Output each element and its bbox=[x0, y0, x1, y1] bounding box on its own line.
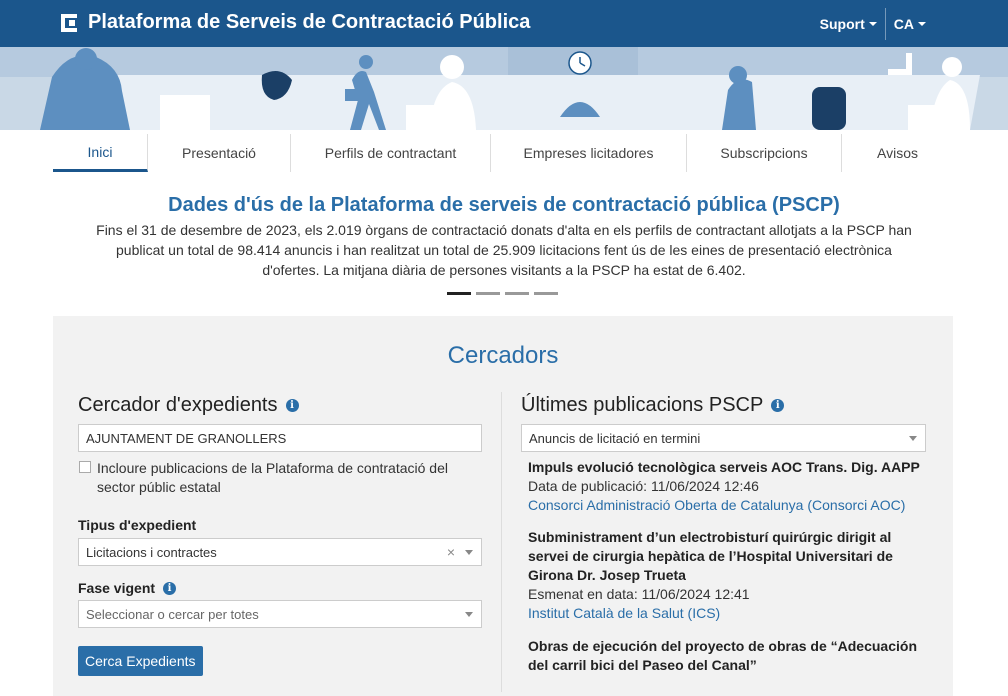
tab-inici[interactable]: Inici bbox=[53, 134, 148, 172]
site-title: Plataforma de Serveis de Contractació Pú… bbox=[88, 11, 531, 33]
publication-type-value: Anuncis de licitació en termini bbox=[529, 430, 701, 446]
type-label: Tipus d'expedient bbox=[78, 517, 197, 533]
latest-publications-title: Últimes publicacions PSCP bbox=[521, 394, 764, 416]
publication-item: Subministrament d’un electrobisturí quir… bbox=[528, 528, 898, 623]
publication-title[interactable]: Subministrament d’un electrobisturí quir… bbox=[528, 528, 898, 585]
header-banner-illustration bbox=[0, 47, 1008, 130]
tab-subscripcions[interactable]: Subscripcions bbox=[687, 134, 842, 172]
carousel-indicator[interactable] bbox=[447, 292, 471, 295]
info-icon[interactable]: i bbox=[163, 581, 177, 595]
top-navbar: Plataforma de Serveis de Contractació Pú… bbox=[0, 0, 1008, 47]
latest-publications-heading: Últimes publicacions PSCP i bbox=[521, 394, 785, 417]
publication-title[interactable]: Impuls evolució tecnològica serveis AOC … bbox=[528, 458, 928, 477]
phase-label: Fase vigent bbox=[78, 580, 156, 596]
column-divider bbox=[501, 392, 502, 692]
chevron-down-icon bbox=[465, 612, 473, 617]
clear-icon[interactable]: × bbox=[447, 544, 455, 560]
search-section-title: Cercadors bbox=[447, 342, 559, 369]
phase-select[interactable]: Seleccionar o cercar per totes bbox=[78, 600, 482, 628]
publication-item: Obras de ejecución del proyecto de obras… bbox=[528, 637, 928, 675]
publication-title[interactable]: Obras de ejecución del proyecto de obras… bbox=[528, 637, 928, 675]
publication-date: Data de publicació: 11/06/2024 12:46 bbox=[528, 478, 759, 494]
expedient-search-heading: Cercador d'expedients i bbox=[78, 394, 299, 417]
publication-date: Esmenat en data: 11/06/2024 12:41 bbox=[528, 586, 750, 602]
carousel-indicator[interactable] bbox=[476, 292, 500, 295]
carousel-indicator[interactable] bbox=[534, 292, 558, 295]
support-menu[interactable]: Suport bbox=[812, 0, 885, 47]
carousel-indicators bbox=[447, 292, 558, 295]
carousel-indicator[interactable] bbox=[505, 292, 529, 295]
publication-item: Impuls evolució tecnològica serveis AOC … bbox=[528, 458, 928, 515]
phase-select-placeholder: Seleccionar o cercar per totes bbox=[86, 606, 259, 622]
carousel-text: Fins el 31 de desembre de 2023, els 2.01… bbox=[96, 222, 912, 278]
chevron-down-icon bbox=[909, 436, 917, 441]
tab-presentacio[interactable]: Presentació bbox=[148, 134, 291, 172]
carousel-title: Dades d'ús de la Plataforma de serveis d… bbox=[168, 194, 840, 216]
office-scene-illustration bbox=[0, 47, 1008, 130]
search-panel: Cercadors Cercador d'expedients i AJUNTA… bbox=[53, 316, 953, 696]
chevron-down-icon bbox=[918, 21, 926, 26]
type-select-value: Licitacions i contractes bbox=[86, 544, 217, 560]
organ-search-value: AJUNTAMENT DE GRANOLLERS bbox=[86, 430, 287, 446]
type-select[interactable]: Licitacions i contractes × bbox=[78, 538, 482, 566]
language-menu[interactable]: CA bbox=[886, 0, 1008, 47]
tab-empreses-licitadores[interactable]: Empreses licitadores bbox=[491, 134, 687, 172]
info-icon[interactable]: i bbox=[285, 399, 299, 412]
organ-search-input[interactable]: AJUNTAMENT DE GRANOLLERS bbox=[78, 424, 482, 452]
tab-avisos[interactable]: Avisos bbox=[842, 134, 953, 172]
info-icon[interactable]: i bbox=[771, 399, 785, 412]
expedient-search-title: Cercador d'expedients bbox=[78, 394, 278, 416]
phase-label-group: Fase vigent i bbox=[78, 580, 177, 596]
pscp-logo-icon bbox=[61, 13, 77, 32]
search-expedients-button[interactable]: Cerca Expedients bbox=[78, 646, 203, 676]
publication-type-select[interactable]: Anuncis de licitació en termini bbox=[521, 424, 926, 452]
language-label: CA bbox=[893, 15, 914, 32]
publication-organ-link[interactable]: Institut Català de la Salut (ICS) bbox=[528, 604, 898, 623]
chevron-down-icon bbox=[465, 550, 473, 555]
support-label: Suport bbox=[819, 15, 865, 32]
main-tabs: Inici Presentació Perfils de contractant… bbox=[53, 134, 953, 172]
chevron-down-icon bbox=[868, 21, 877, 26]
brand-link[interactable]: Plataforma de Serveis de Contractació Pú… bbox=[58, 11, 530, 34]
tab-perfils-contractant[interactable]: Perfils de contractant bbox=[291, 134, 491, 172]
include-state-checkbox[interactable] bbox=[79, 461, 91, 473]
publication-organ-link[interactable]: Consorci Administració Oberta de Catalun… bbox=[528, 496, 928, 515]
include-state-label: Incloure publicacions de la Plataforma d… bbox=[97, 460, 448, 495]
